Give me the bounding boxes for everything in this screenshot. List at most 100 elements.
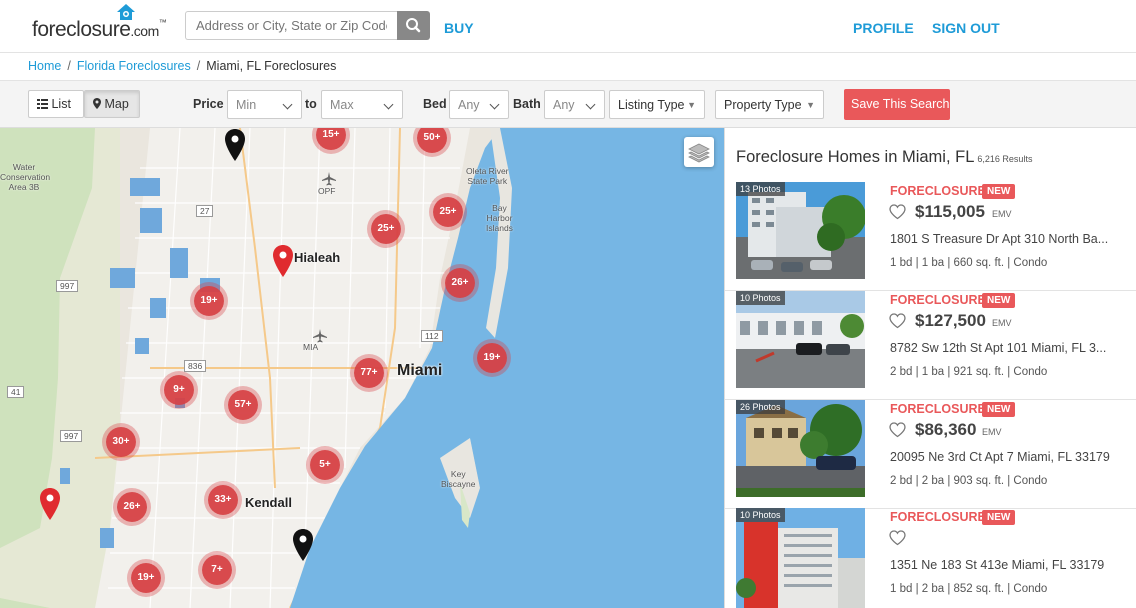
property-type-value: Property Type <box>724 98 802 112</box>
property-type-select[interactable]: Property Type ▼ <box>715 90 824 119</box>
listing-photo-image <box>736 291 865 388</box>
road-shield-997: 997 <box>60 430 83 442</box>
map-cluster[interactable]: 25+ <box>371 214 401 244</box>
map-cluster[interactable]: 33+ <box>208 485 238 515</box>
emv-label: EMV <box>982 427 1002 437</box>
results-title: Foreclosure Homes in Miami, FL <box>736 148 975 166</box>
map-cluster[interactable]: 26+ <box>117 492 147 522</box>
caret-down-icon: ▼ <box>687 100 696 110</box>
listing-type-select[interactable]: Listing Type ▼ <box>609 90 705 119</box>
new-badge: NEW <box>982 293 1016 308</box>
map-cluster[interactable]: 30+ <box>106 427 136 457</box>
logo-tm: ™ <box>158 18 167 27</box>
bed-select[interactable]: Any <box>449 90 509 119</box>
chevron-down-icon <box>282 99 293 110</box>
logo-text: foreclosure.com™ <box>32 18 167 42</box>
breadcrumb-home[interactable]: Home <box>28 59 61 73</box>
price-min-select[interactable]: Min <box>227 90 302 119</box>
listing-type: FORECLOSURE <box>890 510 986 524</box>
red-map-pin-icon[interactable] <box>272 244 294 278</box>
listing-photo[interactable]: 10 Photos <box>736 508 865 608</box>
road-shield-836: 836 <box>184 360 207 372</box>
filter-bar: List Map Price Min to Max Bed Any Bath A… <box>0 81 1136 128</box>
airport-icon <box>313 329 327 343</box>
listing-address[interactable]: 8782 Sw 12th St Apt 101 Miami, FL 3... <box>890 341 1130 355</box>
price-min-value: Min <box>236 98 257 112</box>
search-input[interactable] <box>185 11 397 40</box>
map-cluster[interactable]: 9+ <box>164 375 194 405</box>
map-cluster[interactable]: 25+ <box>433 197 463 227</box>
listing-photo[interactable]: 10 Photos <box>736 291 865 388</box>
listing-price: $86,360 <box>915 420 977 439</box>
black-map-pin-icon[interactable] <box>224 128 246 162</box>
map-label-opf: OPF <box>318 186 336 196</box>
map-label-kendall: Kendall <box>245 495 292 510</box>
results-panel: Foreclosure Homes in Miami, FL 6,216 Resu… <box>724 128 1136 608</box>
nav-sign-out[interactable]: SIGN OUT <box>932 20 1000 36</box>
favorite-heart-icon[interactable] <box>889 530 906 546</box>
listing-card[interactable]: 13 Photos FORECLOSURE NEW $115,005 EMV 1… <box>725 182 1136 291</box>
search-button[interactable] <box>397 11 430 40</box>
listing-photo[interactable]: 13 Photos <box>736 182 865 279</box>
map-cluster[interactable]: 19+ <box>131 563 161 593</box>
price-max-value: Max <box>330 98 354 112</box>
map-cluster[interactable]: 77+ <box>354 358 384 388</box>
listing-price: $115,005 <box>915 202 985 221</box>
bath-label: Bath <box>513 97 541 111</box>
map-cluster[interactable]: 19+ <box>194 286 224 316</box>
map[interactable]: Hialeah Miami Kendall MIA OPF Water Cons… <box>0 128 724 608</box>
bed-value: Any <box>458 98 480 112</box>
breadcrumb-separator: / <box>196 59 201 73</box>
map-marker-icon <box>93 98 101 109</box>
road-shield-41: 41 <box>7 386 25 398</box>
save-search-button[interactable]: Save This Search <box>844 89 950 120</box>
photo-count: 10 Photos <box>736 508 785 522</box>
listing-photo-image <box>736 182 865 279</box>
map-cluster[interactable]: 5+ <box>310 450 340 480</box>
red-map-pin-icon[interactable] <box>39 487 61 521</box>
map-cluster[interactable]: 57+ <box>228 390 258 420</box>
listing-address[interactable]: 1351 Ne 183 St 413e Miami, FL 33179 <box>890 558 1130 572</box>
breadcrumb-state[interactable]: Florida Foreclosures <box>77 59 191 73</box>
nav-buy[interactable]: BUY <box>444 20 474 36</box>
black-map-pin-icon[interactable] <box>292 528 314 562</box>
price-max-select[interactable]: Max <box>321 90 403 119</box>
listing-card[interactable]: 10 Photos FORECLOSURE NEW 1351 Ne 183 St… <box>725 508 1136 608</box>
map-cluster[interactable]: 19+ <box>477 343 507 373</box>
site-header: foreclosure.com™ BUY PROFILE SIGN OUT <box>0 0 1136 53</box>
map-label-mia: MIA <box>303 342 319 352</box>
listing-price: $127,500 <box>915 311 986 330</box>
listing-type: FORECLOSURE <box>890 293 986 307</box>
map-cluster[interactable]: 7+ <box>202 555 232 585</box>
price-label: Price <box>193 97 224 111</box>
listing-photo[interactable]: 26 Photos <box>736 400 865 497</box>
results-heading: Foreclosure Homes in Miami, FL 6,216 Resu… <box>736 148 1032 167</box>
listing-photo-image <box>736 508 865 608</box>
list-view-button[interactable]: List <box>28 90 84 118</box>
chevron-down-icon <box>489 99 500 110</box>
favorite-heart-icon[interactable] <box>889 422 906 438</box>
listing-type-value: Listing Type <box>618 98 685 112</box>
emv-label: EMV <box>992 318 1012 328</box>
photo-count: 10 Photos <box>736 291 785 305</box>
photo-count: 13 Photos <box>736 182 785 196</box>
favorite-heart-icon[interactable] <box>889 204 906 220</box>
listing-card[interactable]: 26 Photos FORECLOSURE NEW $86,360 EMV 20… <box>725 400 1136 509</box>
listing-type: FORECLOSURE <box>890 402 986 416</box>
map-view-button[interactable]: Map <box>84 90 140 118</box>
nav-profile[interactable]: PROFILE <box>853 20 914 36</box>
house-icon <box>117 4 135 20</box>
airport-icon <box>322 172 336 186</box>
bath-select[interactable]: Any <box>544 90 605 119</box>
new-badge: NEW <box>982 184 1016 199</box>
listing-card[interactable]: 10 Photos FORECLOSURE NEW $127,500 EMV 8… <box>725 291 1136 400</box>
bed-label: Bed <box>423 97 447 111</box>
listing-address[interactable]: 1801 S Treasure Dr Apt 310 North Ba... <box>890 232 1130 246</box>
map-cluster[interactable]: 26+ <box>445 268 475 298</box>
map-layers-button[interactable] <box>684 137 714 167</box>
road-shield-997: 997 <box>56 280 79 292</box>
caret-down-icon: ▼ <box>806 100 815 110</box>
listing-address[interactable]: 20095 Ne 3rd Ct Apt 7 Miami, FL 33179 <box>890 450 1130 464</box>
favorite-heart-icon[interactable] <box>889 313 906 329</box>
listing-details: 2 bd | 2 ba | 903 sq. ft. | Condo <box>890 475 1048 487</box>
